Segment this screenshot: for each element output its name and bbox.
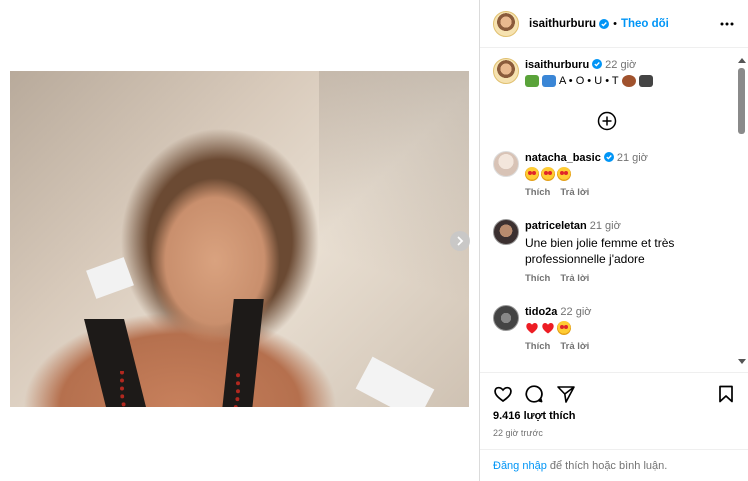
photo-shadow (319, 71, 469, 407)
scroll-down-arrow-icon[interactable] (738, 359, 746, 364)
star-eyes-emoji-icon (557, 321, 571, 335)
comment-item: natacha_basic 21 giờ Thích Trả lời (493, 151, 733, 198)
comment-item: patriceletan 21 giờ Une bien jolie femme … (493, 219, 733, 284)
verified-badge-icon (592, 59, 603, 69)
turtle-icon (525, 75, 539, 87)
post-sidebar: isaithurburu • Theo dõi isaithurburu 22 g… (479, 0, 748, 481)
load-more-comments-icon[interactable] (597, 111, 617, 131)
football-icon (621, 75, 636, 87)
post-header: isaithurburu • Theo dõi (480, 0, 748, 48)
star-eyes-emoji-icon (541, 167, 555, 181)
person-pool-icon (542, 75, 556, 87)
likes-count[interactable]: 9.416 lượt thích (493, 410, 575, 422)
comment-emojis (525, 321, 733, 335)
photo-necklace (120, 371, 240, 407)
comment-time: 21 giờ (589, 220, 621, 232)
comments-list[interactable]: isaithurburu 22 giờ A • O • U • T natacha… (480, 49, 736, 371)
like-comment-button[interactable]: Thích (525, 341, 550, 352)
bookmark-icon[interactable] (716, 384, 736, 404)
verified-badge-icon (603, 152, 614, 162)
media-pane (0, 0, 479, 481)
avatar[interactable] (493, 58, 519, 84)
separator-dot: • (613, 17, 617, 30)
comments-scrollbar[interactable] (737, 56, 746, 366)
star-eyes-emoji-icon (525, 167, 539, 181)
comment-bubble-icon[interactable] (524, 384, 544, 404)
reply-button[interactable]: Trả lời (560, 341, 589, 352)
chevron-right-icon (457, 236, 464, 246)
caption-username[interactable]: isaithurburu (525, 59, 589, 71)
like-comment-button[interactable]: Thích (525, 187, 550, 198)
comment-text: Une bien jolie femme et très professionn… (525, 236, 675, 266)
avatar[interactable] (493, 10, 519, 37)
comment-username[interactable]: patriceletan (525, 220, 587, 232)
red-heart-icon (526, 322, 538, 334)
photo-towel (86, 257, 134, 299)
avatar[interactable] (493, 219, 519, 245)
next-image-button[interactable] (450, 231, 470, 251)
red-heart-icon (542, 322, 554, 334)
login-prompt: Đăng nhập để thích hoặc bình luận. (480, 449, 748, 472)
comment-time: 22 giờ (560, 306, 592, 318)
star-eyes-emoji-icon (557, 167, 571, 181)
post-time-ago: 22 giờ trước (493, 428, 543, 438)
tv-icon (638, 75, 653, 87)
comment-emojis (525, 167, 733, 181)
caption: isaithurburu 22 giờ A • O • U • T (493, 58, 733, 87)
login-link[interactable]: Đăng nhập (493, 460, 547, 472)
like-comment-button[interactable]: Thích (525, 273, 550, 284)
post-actions: 9.416 lượt thích 22 giờ trước Đăng nhập … (480, 372, 748, 481)
caption-text: A • O • U • T (559, 75, 619, 87)
comment-username[interactable]: tido2a (525, 306, 557, 318)
like-heart-icon[interactable] (493, 384, 513, 404)
share-send-icon[interactable] (556, 384, 576, 404)
post-photo[interactable] (10, 71, 469, 407)
header-username[interactable]: isaithurburu (529, 18, 596, 30)
avatar[interactable] (493, 305, 519, 331)
comment-username[interactable]: natacha_basic (525, 152, 601, 164)
follow-button[interactable]: Theo dõi (621, 18, 669, 30)
more-options-icon[interactable] (720, 17, 734, 31)
caption-time: 22 giờ (605, 59, 637, 71)
caption-text-row: A • O • U • T (525, 75, 733, 87)
comment-item: tido2a 22 giờ Thích Trả lời (493, 305, 733, 352)
comment-time: 21 giờ (616, 152, 648, 164)
scroll-up-arrow-icon[interactable] (738, 58, 746, 63)
reply-button[interactable]: Trả lời (560, 187, 589, 198)
avatar[interactable] (493, 151, 519, 177)
reply-button[interactable]: Trả lời (560, 273, 589, 284)
verified-badge-icon (599, 18, 610, 29)
scroll-thumb[interactable] (738, 68, 745, 134)
login-prompt-text: để thích hoặc bình luận. (546, 460, 668, 472)
